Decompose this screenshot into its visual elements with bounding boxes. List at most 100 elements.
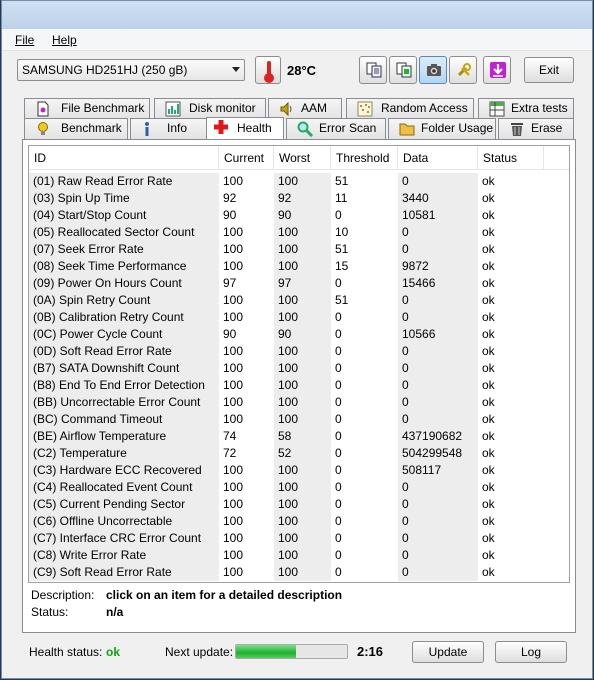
smart-attribute-list[interactable]: ID Current Worst Threshold Data Status (… bbox=[28, 145, 570, 583]
table-row[interactable]: (C6) Offline Uncorrectable 100 100 0 0 ok bbox=[29, 513, 569, 530]
current-value: 100 bbox=[219, 377, 274, 394]
tab-health[interactable]: Health bbox=[206, 117, 284, 139]
table-row[interactable]: (BE) Airflow Temperature 74 58 0 437190682 ok bbox=[29, 428, 569, 445]
tab-extra-tests[interactable]: Extra tests bbox=[478, 98, 574, 119]
tab-folder-usage[interactable]: Folder Usage bbox=[388, 118, 496, 139]
table-row[interactable]: (0A) Spin Retry Count 100 100 51 0 ok bbox=[29, 292, 569, 309]
status-value: ok bbox=[478, 479, 544, 496]
threshold-value: 0 bbox=[331, 360, 398, 377]
tab-random-access[interactable]: Random Access bbox=[346, 98, 474, 119]
tab-benchmark[interactable]: Benchmark bbox=[24, 118, 128, 139]
column-status[interactable]: Status bbox=[478, 146, 544, 170]
download-button[interactable] bbox=[483, 56, 511, 84]
data-value: 0 bbox=[398, 411, 478, 428]
table-row[interactable]: (C8) Write Error Rate 100 100 0 0 ok bbox=[29, 547, 569, 564]
current-value: 100 bbox=[219, 360, 274, 377]
column-data[interactable]: Data bbox=[398, 146, 478, 170]
table-row[interactable]: (B7) SATA Downshift Count 100 100 0 0 ok bbox=[29, 360, 569, 377]
table-row[interactable]: (C9) Soft Read Error Rate 100 100 0 0 ok bbox=[29, 564, 569, 581]
current-value: 90 bbox=[219, 326, 274, 343]
attribute-id: (C2) Temperature bbox=[29, 445, 219, 462]
table-row[interactable]: (0B) Calibration Retry Count 100 100 0 0 ok bbox=[29, 309, 569, 326]
tab-info-label: Info bbox=[167, 121, 188, 135]
threshold-value: 0 bbox=[331, 275, 398, 292]
table-row[interactable]: (C4) Reallocated Event Count 100 100 0 0 ok bbox=[29, 479, 569, 496]
tab-info[interactable]: Info bbox=[130, 118, 210, 139]
data-value: 0 bbox=[398, 530, 478, 547]
data-value: 0 bbox=[398, 241, 478, 258]
attribute-id: (09) Power On Hours Count bbox=[29, 275, 219, 292]
table-row[interactable]: (C2) Temperature 72 52 0 504299548 ok bbox=[29, 445, 569, 462]
table-row[interactable]: (09) Power On Hours Count 97 97 0 15466 ok bbox=[29, 275, 569, 292]
table-row[interactable]: (0C) Power Cycle Count 90 90 0 10566 ok bbox=[29, 326, 569, 343]
health-panel: ID Current Worst Threshold Data Status (… bbox=[22, 139, 576, 633]
table-row[interactable]: (0D) Soft Read Error Rate 100 100 0 0 ok bbox=[29, 343, 569, 360]
speaker-icon bbox=[280, 101, 292, 117]
data-value: 0 bbox=[398, 377, 478, 394]
column-id[interactable]: ID bbox=[29, 146, 219, 170]
menu-file[interactable]: File bbox=[15, 33, 34, 47]
attribute-id: (C8) Write Error Rate bbox=[29, 547, 219, 564]
tab-erase[interactable]: Erase bbox=[498, 118, 574, 139]
dots-icon bbox=[357, 101, 373, 117]
tab-aam-label: AAM bbox=[301, 101, 328, 115]
progress-fill bbox=[236, 645, 296, 658]
menu-file-label: File bbox=[15, 33, 35, 47]
data-value: 0 bbox=[398, 224, 478, 241]
tab-extra-tests-label: Extra tests bbox=[511, 101, 568, 115]
tab-file-benchmark[interactable]: File Benchmark bbox=[24, 98, 150, 119]
worst-value: 90 bbox=[274, 207, 331, 224]
drive-select[interactable]: SAMSUNG HD251HJ (250 gB) bbox=[17, 59, 245, 81]
table-row[interactable]: (C5) Current Pending Sector 100 100 0 0 ok bbox=[29, 496, 569, 513]
worst-value: 97 bbox=[274, 275, 331, 292]
table-row[interactable]: (08) Seek Time Performance 100 100 15 9872 ok bbox=[29, 258, 569, 275]
trash-icon bbox=[511, 123, 523, 136]
status-value: ok bbox=[478, 326, 544, 343]
copy-all-button[interactable] bbox=[389, 56, 417, 84]
table-row[interactable]: (03) Spin Up Time 92 92 11 3440 ok bbox=[29, 190, 569, 207]
list-header: ID Current Worst Threshold Data Status bbox=[29, 146, 569, 170]
attribute-id: (BB) Uncorrectable Error Count bbox=[29, 394, 219, 411]
threshold-value: 51 bbox=[331, 241, 398, 258]
copy-text-button[interactable] bbox=[359, 56, 387, 84]
tab-disk-monitor-label: Disk monitor bbox=[189, 101, 256, 115]
table-row[interactable]: (05) Reallocated Sector Count 100 100 10 0 ok bbox=[29, 224, 569, 241]
column-threshold[interactable]: Threshold bbox=[331, 146, 398, 170]
current-value: 74 bbox=[219, 428, 274, 445]
title-bar bbox=[2, 1, 592, 29]
tab-disk-monitor[interactable]: Disk monitor bbox=[154, 98, 266, 119]
tab-error-scan[interactable]: Error Scan bbox=[286, 118, 386, 139]
exit-button[interactable]: Exit bbox=[524, 57, 574, 83]
column-current[interactable]: Current bbox=[219, 146, 274, 170]
screenshot-button[interactable] bbox=[419, 56, 447, 84]
attribute-id: (C7) Interface CRC Error Count bbox=[29, 530, 219, 547]
table-row[interactable]: (01) Raw Read Error Rate 100 100 51 0 ok bbox=[29, 173, 569, 190]
worst-value: 100 bbox=[274, 513, 331, 530]
table-row[interactable]: (BB) Uncorrectable Error Count 100 100 0 0 ok bbox=[29, 394, 569, 411]
table-row[interactable]: (04) Start/Stop Count 90 90 0 10581 ok bbox=[29, 207, 569, 224]
options-button[interactable] bbox=[449, 56, 477, 84]
status-value: ok bbox=[478, 564, 544, 581]
table-row[interactable]: (BC) Command Timeout 100 100 0 0 ok bbox=[29, 411, 569, 428]
table-row[interactable]: (B8) End To End Error Detection 100 100 0 0 o… bbox=[29, 377, 569, 394]
status-value: ok bbox=[478, 241, 544, 258]
description-value: click on an item for a detailed descript… bbox=[106, 588, 343, 602]
menu-help[interactable]: Help bbox=[52, 33, 77, 47]
table-row[interactable]: (C7) Interface CRC Error Count 100 100 0 0 ok bbox=[29, 530, 569, 547]
worst-value: 100 bbox=[274, 564, 331, 581]
status-value: ok bbox=[478, 411, 544, 428]
current-value: 100 bbox=[219, 173, 274, 190]
column-worst[interactable]: Worst bbox=[274, 146, 331, 170]
threshold-value: 0 bbox=[331, 513, 398, 530]
table-row[interactable]: (07) Seek Error Rate 100 100 51 0 ok bbox=[29, 241, 569, 258]
update-button[interactable]: Update bbox=[412, 641, 484, 663]
temperature-button[interactable] bbox=[255, 56, 281, 84]
worst-value: 52 bbox=[274, 445, 331, 462]
tab-aam[interactable]: AAM bbox=[268, 98, 342, 119]
log-button[interactable]: Log bbox=[495, 641, 567, 663]
attribute-id: (C6) Offline Uncorrectable bbox=[29, 513, 219, 530]
data-value: 3440 bbox=[398, 190, 478, 207]
attribute-id: (0A) Spin Retry Count bbox=[29, 292, 219, 309]
status-label: Status: bbox=[31, 605, 69, 619]
table-row[interactable]: (C3) Hardware ECC Recovered 100 100 0 508117… bbox=[29, 462, 569, 479]
